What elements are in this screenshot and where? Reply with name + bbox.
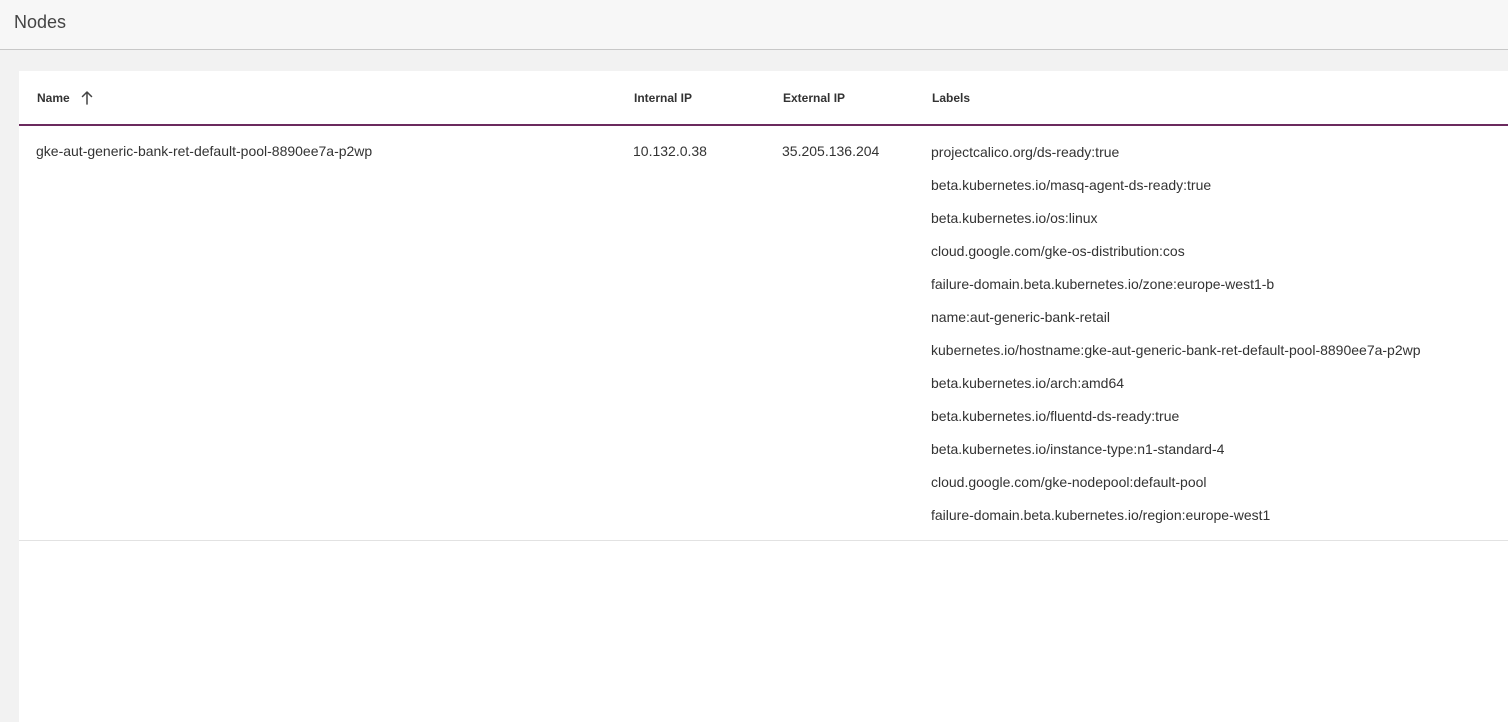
- node-label: failure-domain.beta.kubernetes.io/region…: [931, 507, 1271, 523]
- node-label: beta.kubernetes.io/fluentd-ds-ready:true: [931, 408, 1180, 424]
- node-label: beta.kubernetes.io/instance-type:n1-stan…: [931, 441, 1225, 457]
- node-label: failure-domain.beta.kubernetes.io/zone:e…: [931, 276, 1275, 292]
- internal-ip-value: 10.132.0.38: [633, 143, 707, 159]
- column-header-internal-ip[interactable]: Internal IP: [634, 91, 692, 105]
- column-header-external-ip[interactable]: External IP: [783, 91, 845, 105]
- table-row[interactable]: gke-aut-generic-bank-ret-default-pool-88…: [19, 126, 1508, 541]
- node-label: cloud.google.com/gke-nodepool:default-po…: [931, 474, 1207, 490]
- arrow-up-icon[interactable]: [81, 91, 93, 105]
- node-label: kubernetes.io/hostname:gke-aut-generic-b…: [931, 342, 1421, 358]
- table-header: Name Internal IP External IP Labels: [19, 71, 1508, 126]
- node-label: projectcalico.org/ds-ready:true: [931, 144, 1120, 160]
- node-label: beta.kubernetes.io/masq-agent-ds-ready:t…: [931, 177, 1212, 193]
- node-label: beta.kubernetes.io/arch:amd64: [931, 375, 1125, 391]
- node-label: beta.kubernetes.io/os:linux: [931, 210, 1098, 226]
- node-label: name:aut-generic-bank-retail: [931, 309, 1110, 325]
- external-ip-value: 35.205.136.204: [782, 143, 880, 159]
- nodes-table-card: Name Internal IP External IP Labels gke-…: [19, 71, 1508, 722]
- page-title: Nodes: [14, 12, 67, 32]
- column-header-name[interactable]: Name: [37, 91, 93, 105]
- node-labels-list: projectcalico.org/ds-ready:true beta.kub…: [931, 144, 1421, 540]
- node-label: cloud.google.com/gke-os-distribution:cos: [931, 243, 1185, 259]
- page-header: Nodes: [0, 0, 1508, 50]
- column-header-name-label: Name: [37, 91, 70, 105]
- column-header-labels[interactable]: Labels: [932, 91, 970, 105]
- node-name[interactable]: gke-aut-generic-bank-ret-default-pool-88…: [36, 143, 372, 159]
